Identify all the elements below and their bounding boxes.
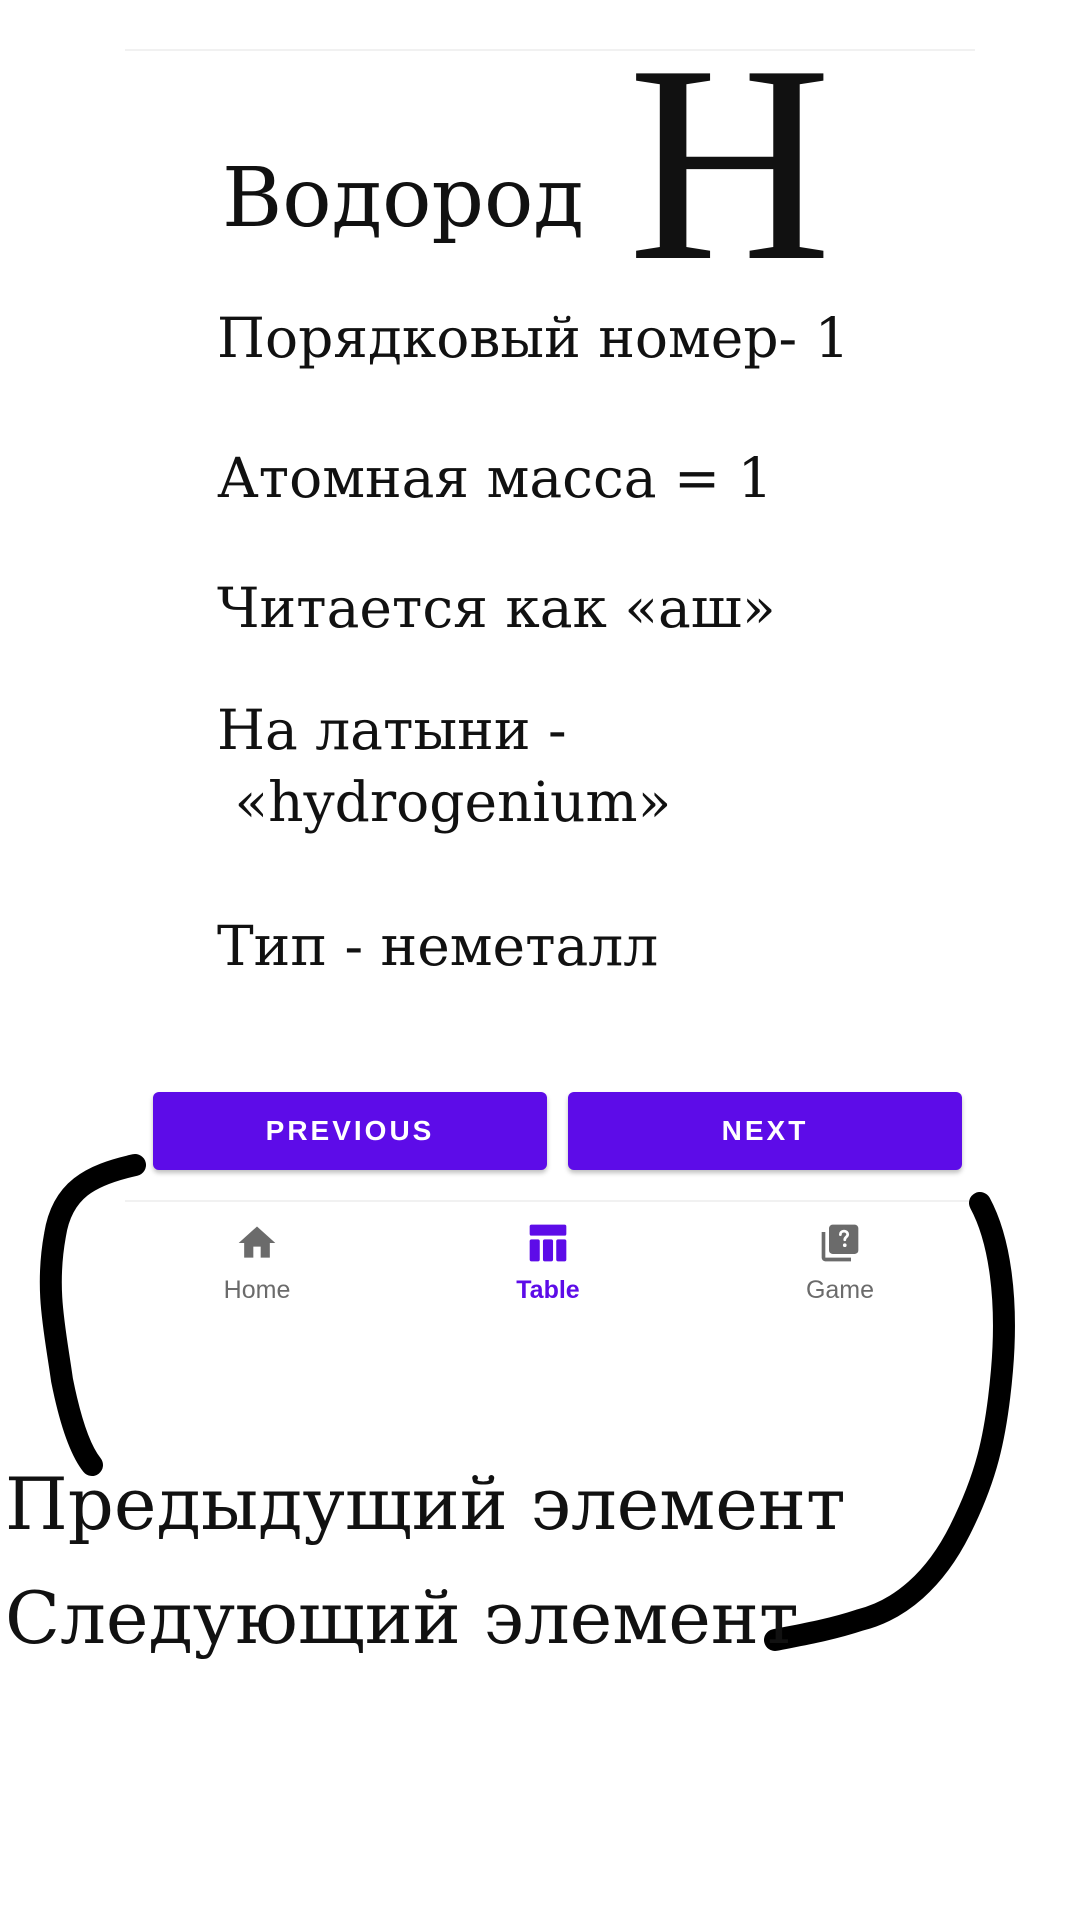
next-caption: Следующий элемент [5, 1576, 799, 1660]
previous-bracket-stroke [39, 1154, 146, 1476]
next-bracket-stroke [764, 1192, 1015, 1651]
previous-caption: Предыдущий элемент [5, 1462, 846, 1546]
